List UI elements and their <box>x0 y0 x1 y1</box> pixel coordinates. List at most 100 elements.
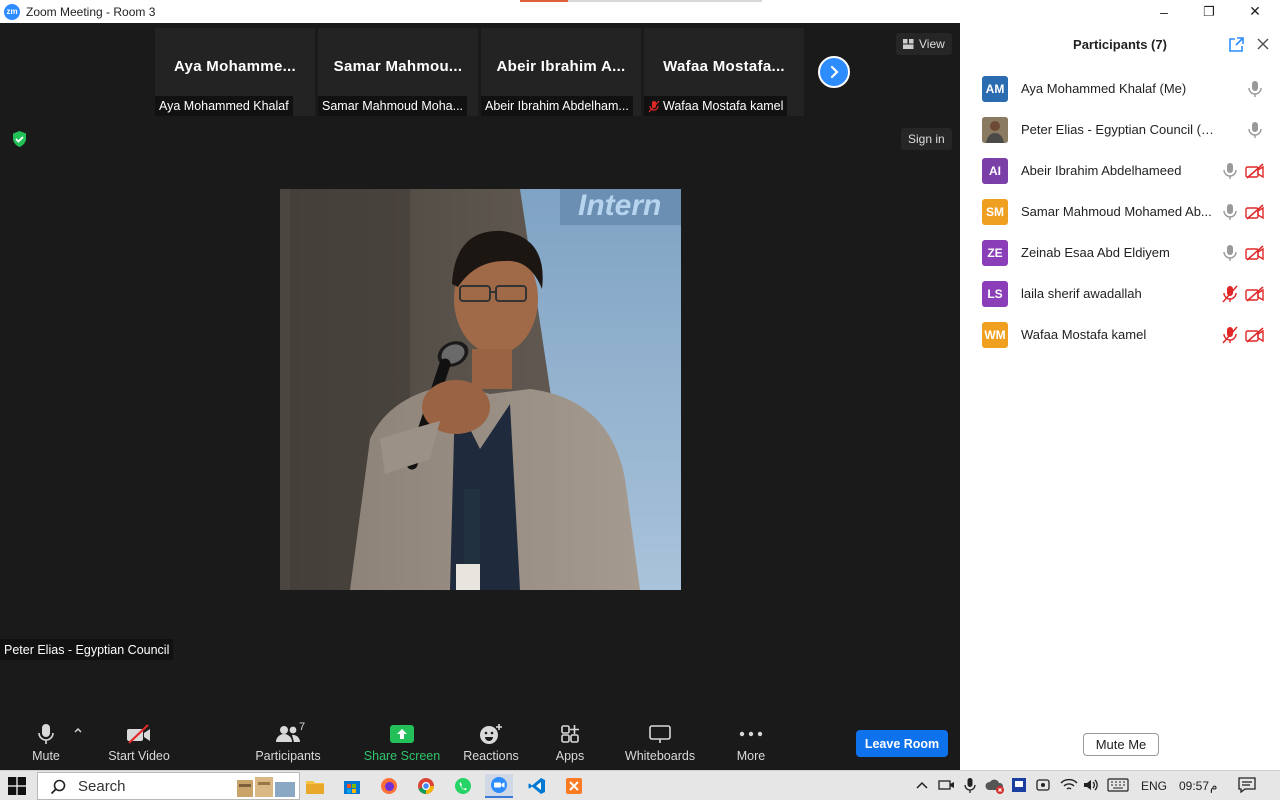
whatsapp-icon <box>455 778 471 794</box>
active-speaker-name: Peter Elias - Egyptian Council <box>0 639 174 660</box>
thumbnail-label-text: Samar Mahmoud Moha... <box>322 99 464 113</box>
xampp-icon <box>566 778 582 794</box>
participant-name: Peter Elias - Egyptian Council (Host) <box>1021 122 1217 137</box>
thumbnail-display-name: Abeir Ibrahim A... <box>496 58 626 75</box>
start-video-button[interactable]: Start Video <box>104 715 174 770</box>
participant-name: Samar Mahmoud Mohamed Ab... <box>1021 204 1212 219</box>
avatar <box>982 116 1008 143</box>
keyboard-icon[interactable] <box>1107 778 1129 792</box>
participant-row[interactable]: LS laila sherif awadallah <box>960 273 1280 314</box>
apps-button[interactable]: Apps <box>548 715 592 770</box>
start-video-label: Start Video <box>108 749 170 763</box>
zoom-app-icon <box>491 777 507 793</box>
window-title: Zoom Meeting - Room 3 <box>26 4 156 19</box>
taskbar-search-box[interactable]: Search <box>37 772 300 800</box>
video-off-icon <box>1245 162 1265 179</box>
windows-taskbar: Search ENG 09:57 م <box>0 770 1280 800</box>
participant-row[interactable]: WM Wafaa Mostafa kamel <box>960 314 1280 355</box>
view-label: View <box>919 37 945 51</box>
participant-thumbnail[interactable]: Samar Mahmou... Samar Mahmoud Moha... <box>318 28 478 116</box>
taskbar-firefox[interactable] <box>375 774 403 798</box>
title-accent-bar-secondary <box>568 0 762 2</box>
chrome-icon <box>418 778 434 795</box>
pop-out-icon[interactable] <box>1228 37 1244 53</box>
next-thumbnails-button[interactable] <box>818 56 850 88</box>
participant-row[interactable]: AM Aya Mohammed Khalaf (Me) <box>960 68 1280 109</box>
participant-name: Zeinab Esaa Abd Eldiyem <box>1021 245 1170 260</box>
participant-thumbnail[interactable]: Abeir Ibrahim A... Abeir Ibrahim Abdelha… <box>481 28 641 116</box>
sign-in-button[interactable]: Sign in <box>901 128 952 150</box>
participant-row[interactable]: Peter Elias - Egyptian Council (Host) <box>960 109 1280 150</box>
photo-banner-text: Intern <box>578 189 661 222</box>
thumbnail-display-name: Aya Mohamme... <box>173 58 296 75</box>
thumbnail-name-label: Abeir Ibrahim Abdelham... <box>481 96 633 116</box>
minimize-button[interactable]: – <box>1141 0 1187 23</box>
more-button[interactable]: More <box>730 715 772 770</box>
volume-icon[interactable] <box>1082 777 1100 793</box>
search-label: Search <box>78 777 126 795</box>
chevron-right-icon <box>830 65 839 79</box>
audio-options-button[interactable] <box>70 715 86 770</box>
avatar: SM <box>982 198 1008 225</box>
participant-row[interactable]: ZE Zeinab Esaa Abd Eldiyem <box>960 232 1280 273</box>
video-off-icon <box>127 724 150 744</box>
notifications-icon[interactable] <box>1238 777 1256 793</box>
thumbnail-display-name: Wafaa Mostafa... <box>663 58 785 75</box>
view-button[interactable]: View <box>896 33 952 55</box>
thumbnail-label-text: Aya Mohammed Khalaf <box>159 99 289 113</box>
avatar: LS <box>982 280 1008 307</box>
taskbar-xampp[interactable] <box>560 774 588 798</box>
taskbar-vscode[interactable] <box>523 774 551 798</box>
restore-button[interactable]: ❐ <box>1186 0 1232 23</box>
participants-button[interactable]: 7 Participants <box>252 715 324 770</box>
video-off-icon <box>1245 285 1265 302</box>
close-panel-icon[interactable] <box>1256 37 1270 51</box>
taskbar-file-explorer[interactable] <box>301 774 329 798</box>
microphone-icon <box>1222 244 1238 262</box>
taskbar-zoom[interactable] <box>485 774 513 798</box>
microphone-icon <box>1222 203 1238 221</box>
folder-icon <box>306 780 324 794</box>
video-off-icon <box>1245 326 1265 343</box>
wifi-icon[interactable] <box>1060 777 1078 793</box>
leave-room-button[interactable]: Leave Room <box>856 730 948 757</box>
avatar: WM <box>982 321 1008 348</box>
taskbar-chrome[interactable] <box>412 774 440 798</box>
windows-start-icon[interactable] <box>8 777 26 795</box>
participant-row[interactable]: AI Abeir Ibrahim Abdelhameed <box>960 150 1280 191</box>
mute-button[interactable]: Mute <box>24 715 68 770</box>
mute-label: Mute <box>32 749 60 763</box>
defender-tray-icon[interactable] <box>1011 777 1027 793</box>
participant-thumbnail[interactable]: Wafaa Mostafa... Wafaa Mostafa kamel <box>644 28 804 116</box>
reactions-button[interactable]: Reactions <box>462 715 520 770</box>
clock-time[interactable]: 09:57 <box>1179 779 1209 793</box>
thumbnail-name-label: Samar Mahmoud Moha... <box>318 96 468 116</box>
mute-me-button[interactable]: Mute Me <box>1083 733 1159 756</box>
more-label: More <box>736 749 766 763</box>
smiley-icon <box>480 724 502 744</box>
muted-mic-icon <box>648 100 660 112</box>
close-window-button[interactable]: ✕ <box>1232 0 1278 23</box>
avatar: AM <box>982 75 1008 102</box>
thumbnail-strip: Aya Mohamme... Aya Mohammed Khalaf Samar… <box>155 28 804 116</box>
share-screen-button[interactable]: Share Screen <box>364 715 440 770</box>
zoom-logo-icon: zm <box>4 3 20 20</box>
taskbar-store[interactable] <box>338 774 366 798</box>
taskbar-whatsapp[interactable] <box>449 774 477 798</box>
grid-view-icon <box>903 39 914 49</box>
meeting-area: Aya Mohamme... Aya Mohammed Khalaf Samar… <box>0 23 960 715</box>
tray-overflow-chevron-icon[interactable] <box>916 780 928 790</box>
security-shield-icon[interactable] <box>11 130 28 148</box>
avatar: AI <box>982 157 1008 184</box>
meet-now-icon[interactable] <box>937 778 955 792</box>
whiteboards-button[interactable]: Whiteboards <box>620 715 700 770</box>
vpn-tray-icon[interactable] <box>1035 777 1051 793</box>
microphone-tray-icon[interactable] <box>964 777 976 794</box>
apps-icon <box>561 725 579 743</box>
thumbnail-label-text: Abeir Ibrahim Abdelham... <box>485 99 629 113</box>
participant-thumbnail[interactable]: Aya Mohamme... Aya Mohammed Khalaf <box>155 28 315 116</box>
microphone-icon <box>1222 162 1238 180</box>
participant-row[interactable]: SM Samar Mahmoud Mohamed Ab... <box>960 191 1280 232</box>
onedrive-error-icon[interactable] <box>985 778 1005 794</box>
language-indicator[interactable]: ENG <box>1141 779 1167 793</box>
